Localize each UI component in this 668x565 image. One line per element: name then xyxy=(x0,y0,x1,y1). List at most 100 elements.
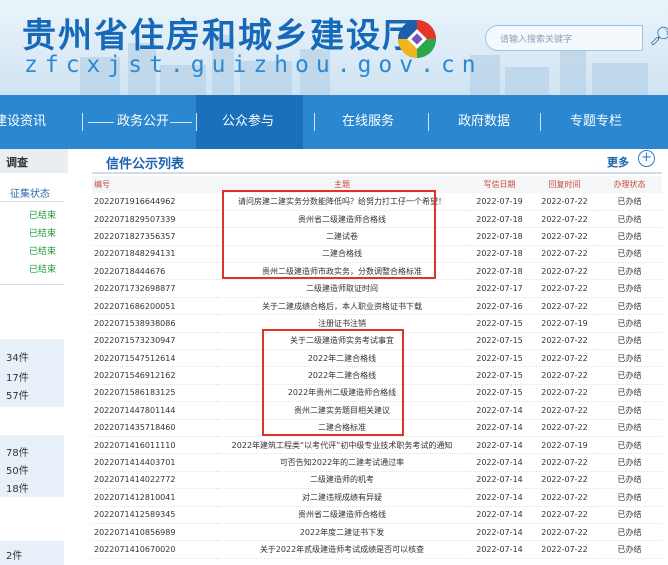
letter-date: 2022-07-14 xyxy=(467,540,532,559)
table-row[interactable]: 2022071412589345 贵州省二级建造师合格线 2022-07-14 202… xyxy=(92,506,662,524)
letter-date: 2022-07-15 xyxy=(467,384,532,403)
letter-date: 2022-07-14 xyxy=(467,488,532,507)
nav-item-news[interactable]: 建设资讯 xyxy=(0,95,46,149)
highlight-box xyxy=(262,329,404,436)
search-icon[interactable]: 🔎︎ xyxy=(649,26,668,47)
table-row[interactable]: 2022071414022772 二级建造师的机考 2022-07-14 2022-0… xyxy=(92,471,662,490)
letter-number: 2022071547512614 xyxy=(92,349,217,368)
column-header-reply-date: 回复时间 xyxy=(532,176,597,193)
letter-number: 2022071827356357 xyxy=(92,227,217,246)
reply-date: 2022-07-22 xyxy=(532,419,597,437)
stat-count: 2件 xyxy=(6,551,23,562)
table-row[interactable]: 2022071412810041 对二建违规成绩有异疑 2022-07-14 2022… xyxy=(92,488,662,507)
letter-subject[interactable]: 对二建违规成绩有异疑 xyxy=(217,488,467,507)
divider xyxy=(0,201,64,202)
nav-separator xyxy=(82,113,83,131)
letter-number: 2022071546912162 xyxy=(92,366,217,385)
status-label: 已办结 xyxy=(597,540,662,559)
divider xyxy=(0,284,64,285)
table-row[interactable]: 2022071414403701 可否告知2022年的二建考试通过率 2022-07… xyxy=(92,453,662,472)
status-label: 已办结 xyxy=(597,488,662,507)
reply-date: 2022-07-22 xyxy=(532,279,597,298)
reply-date: 2022-07-22 xyxy=(532,453,597,472)
letter-subject[interactable]: 二级建造师取证时间 xyxy=(217,279,467,298)
status-label: 已办结 xyxy=(597,453,662,472)
letter-date: 2022-07-15 xyxy=(467,314,532,333)
letter-number: 2022071538938086 xyxy=(92,314,217,333)
letter-subject[interactable]: 关于二建成绩合格后，本人职业资格证书下载 xyxy=(217,297,467,316)
status-label: 已办结 xyxy=(597,227,662,246)
reply-date: 2022-07-22 xyxy=(532,193,597,211)
nav-item-gov-affairs[interactable]: 政务公开 xyxy=(117,95,169,149)
reply-date: 2022-07-19 xyxy=(532,314,597,333)
survey-status: 已结束 xyxy=(28,265,56,275)
status-label: 已办结 xyxy=(597,366,662,385)
reply-date: 2022-07-22 xyxy=(532,245,597,264)
reply-date: 2022-07-22 xyxy=(532,401,597,420)
survey-status: 已结束 xyxy=(28,247,56,257)
plus-icon[interactable]: + xyxy=(638,150,655,167)
nav-divider-line xyxy=(170,122,192,123)
letter-date: 2022-07-18 xyxy=(467,227,532,246)
letter-number: 2022071412589345 xyxy=(92,506,217,524)
more-link[interactable]: 更多 xyxy=(607,154,629,170)
letter-subject[interactable]: 2022年度二建证书下发 xyxy=(217,523,467,542)
letter-number: 2022071573230947 xyxy=(92,332,217,351)
status-label: 已办结 xyxy=(597,210,662,229)
reply-date: 2022-07-22 xyxy=(532,297,597,316)
status-label: 已办结 xyxy=(597,314,662,333)
status-label: 已办结 xyxy=(597,523,662,542)
table-row[interactable]: 2022071732698877 二级建造师取证时间 2022-07-17 2022-… xyxy=(92,279,662,298)
table-row[interactable]: 2022071686200051 关于二建成绩合格后，本人职业资格证书下载 2022… xyxy=(92,297,662,316)
reply-date: 2022-07-22 xyxy=(532,349,597,368)
nav-separator xyxy=(540,113,541,131)
table-row[interactable]: 2022071410856989 2022年度二建证书下发 2022-07-14 20… xyxy=(92,523,662,542)
column-header-letter-date: 写信日期 xyxy=(467,176,532,193)
letter-date: 2022-07-16 xyxy=(467,297,532,316)
letter-subject[interactable]: 二级建造师的机考 xyxy=(217,471,467,490)
letter-date: 2022-07-18 xyxy=(467,210,532,229)
stat-count: 78件 xyxy=(6,448,29,459)
letter-date: 2022-07-18 xyxy=(467,245,532,264)
nav-divider-line xyxy=(88,122,114,123)
list-title: 信件公示列表 xyxy=(106,157,185,172)
letter-subject[interactable]: 贵州省二级建造师合格线 xyxy=(217,506,467,524)
sidebar: 调查 征集状态 已结束 已结束 已结束 已结束 34件 17件 57件 78件 … xyxy=(0,149,68,565)
survey-status: 已结束 xyxy=(28,229,56,239)
letter-number: 2022071416011110 xyxy=(92,436,217,455)
stat-count: 17件 xyxy=(6,373,29,384)
status-label: 已办结 xyxy=(597,245,662,264)
letter-date: 2022-07-14 xyxy=(467,453,532,472)
reply-date: 2022-07-22 xyxy=(532,384,597,403)
nav-separator xyxy=(314,113,315,131)
status-label: 已办结 xyxy=(597,419,662,437)
search-input[interactable]: 请输入搜索关键字 xyxy=(485,25,643,51)
letter-number: 2022071916644962 xyxy=(92,193,217,211)
letter-subject[interactable]: 2022年建筑工程类“以考代评”初中级专业技术职务考试的通知 xyxy=(217,436,467,455)
reply-date: 2022-07-22 xyxy=(532,471,597,490)
letter-number: 2022071414403701 xyxy=(92,453,217,472)
site-header: 贵州省住房和城乡建设厅 zfcxjst.guizhou.gov.cn 请输入搜索… xyxy=(0,0,668,95)
letter-number: 2022071410856989 xyxy=(92,523,217,542)
reply-date: 2022-07-19 xyxy=(532,436,597,455)
reply-date: 2022-07-22 xyxy=(532,540,597,559)
reply-date: 2022-07-22 xyxy=(532,506,597,524)
status-label: 已办结 xyxy=(597,471,662,490)
highlight-box xyxy=(222,190,436,279)
status-label: 已办结 xyxy=(597,279,662,298)
nav-item-special-topics[interactable]: 专题专栏 xyxy=(570,95,622,149)
nav-item-public-participation[interactable]: 公众参与 xyxy=(222,95,274,149)
nav-item-gov-data[interactable]: 政府数据 xyxy=(458,95,510,149)
letter-date: 2022-07-14 xyxy=(467,436,532,455)
letter-subject[interactable]: 关于2022年贰级建造师考试成绩是否可以核查 xyxy=(217,540,467,559)
table-row[interactable]: 2022071410670020 关于2022年贰级建造师考试成绩是否可以核查 20… xyxy=(92,540,662,559)
letter-date: 2022-07-19 xyxy=(467,193,532,211)
nav-item-online-service[interactable]: 在线服务 xyxy=(342,95,394,149)
table-row[interactable]: 2022071416011110 2022年建筑工程类“以考代评”初中级专业技术职… xyxy=(92,436,662,455)
letter-subject[interactable]: 可否告知2022年的二建考试通过率 xyxy=(217,453,467,472)
survey-status: 已结束 xyxy=(28,211,56,221)
nav-separator xyxy=(428,113,429,131)
stat-count: 57件 xyxy=(6,391,29,402)
letter-date: 2022-07-17 xyxy=(467,279,532,298)
site-title: 贵州省住房和城乡建设厅 xyxy=(22,16,418,56)
